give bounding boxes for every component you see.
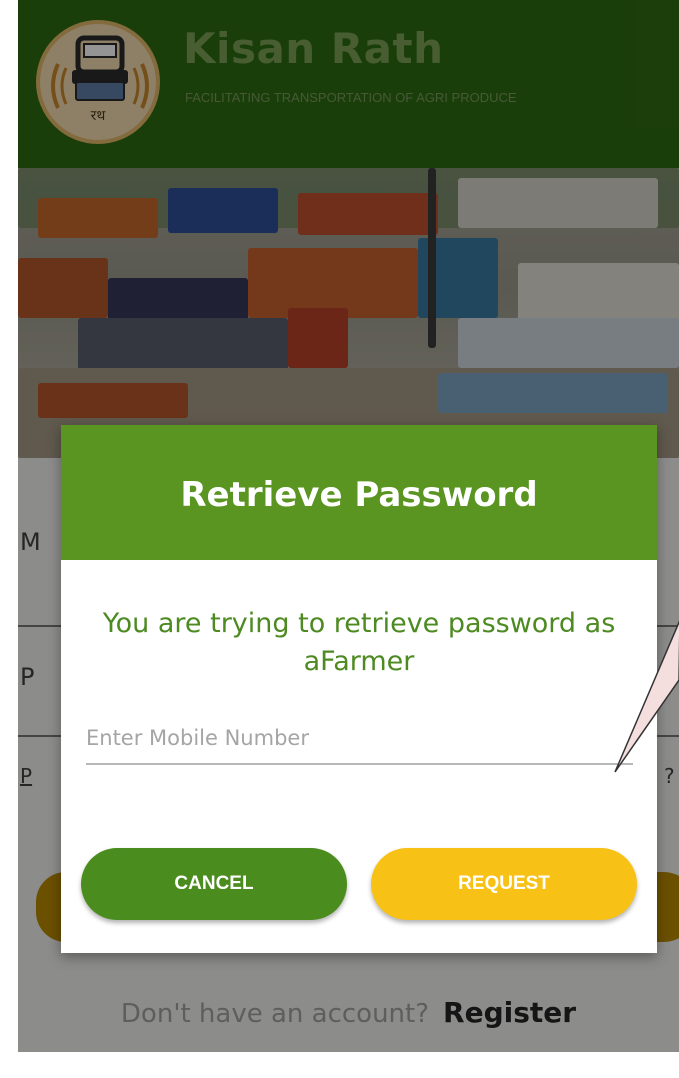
- no-account-text: Don't have an account?: [120, 999, 430, 1029]
- dialog-message: You are trying to retrieve password as a…: [102, 608, 616, 677]
- retrieve-password-dialog: Retrieve Password You are trying to retr…: [61, 425, 657, 953]
- app-screen: रथ Kisan Rath FACILITATING TRANSPORTATIO…: [18, 0, 679, 1052]
- dialog-header: Retrieve Password: [61, 425, 657, 560]
- request-button[interactable]: REQUEST: [371, 848, 637, 920]
- dialog-title: Retrieve Password: [180, 475, 538, 515]
- register-link[interactable]: Register: [443, 996, 576, 1029]
- mobile-number-input[interactable]: [86, 713, 633, 765]
- register-prompt: Don't have an account? Register: [18, 996, 679, 1029]
- cancel-button[interactable]: CANCEL: [81, 848, 347, 920]
